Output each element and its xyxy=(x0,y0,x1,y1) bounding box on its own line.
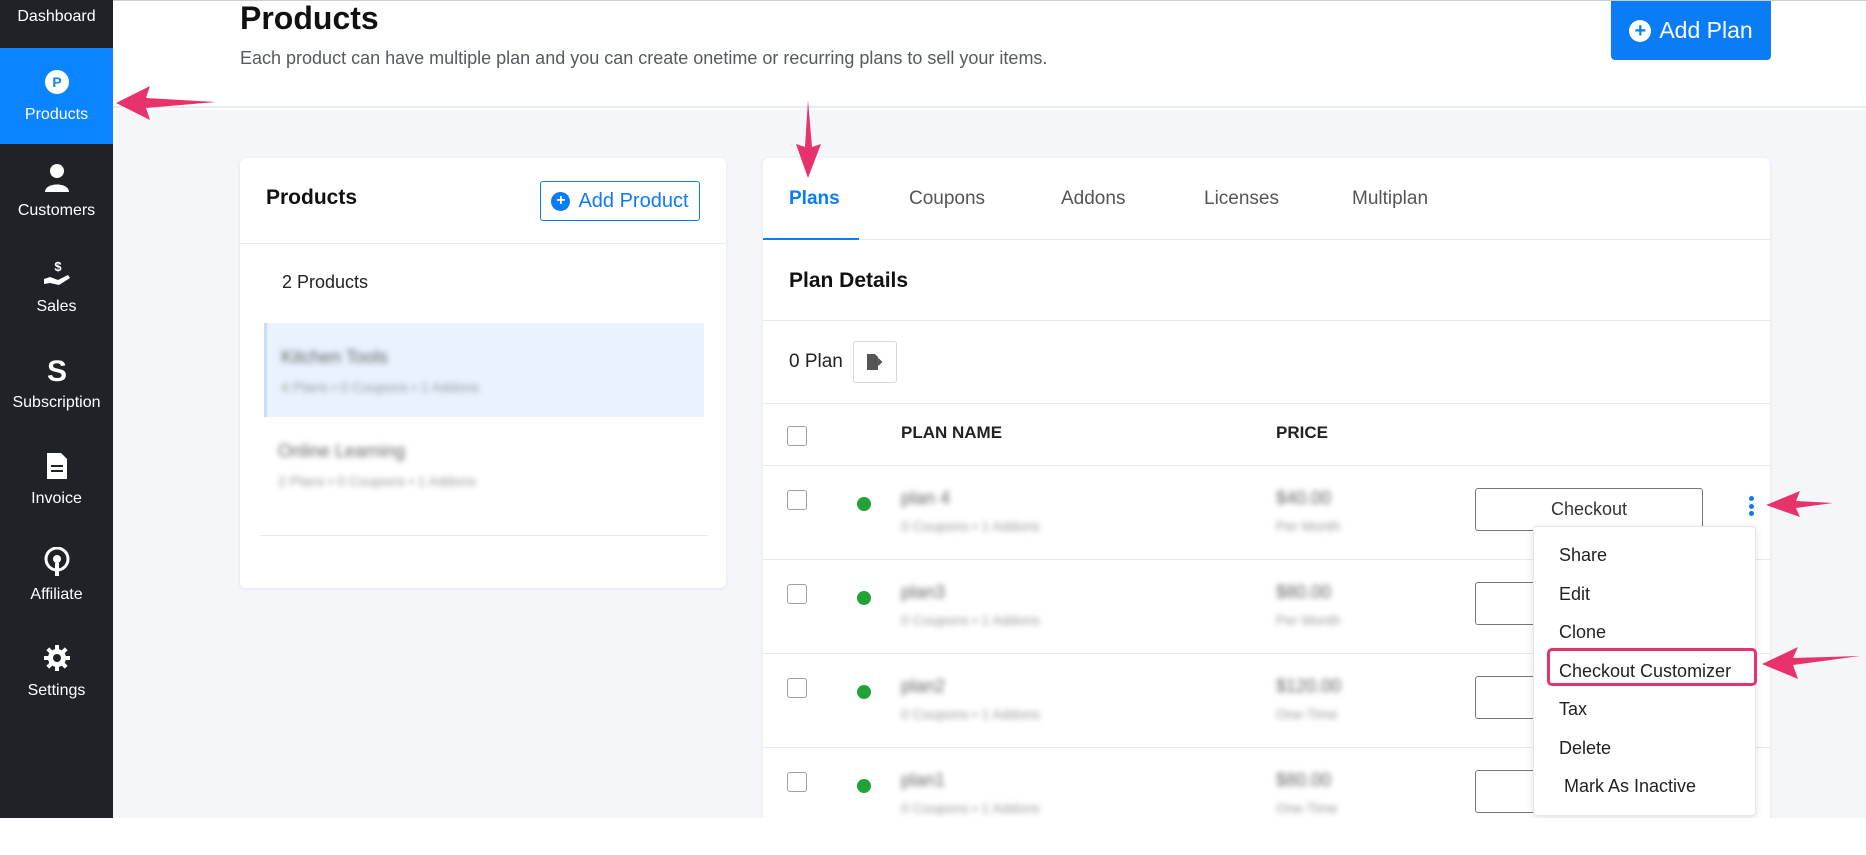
annotation-arrow xyxy=(1762,647,1860,679)
annotation-arrow xyxy=(116,86,216,120)
annotation-arrow xyxy=(1766,491,1833,517)
annotation-arrows xyxy=(116,86,1860,679)
annotation-arrow xyxy=(796,100,821,178)
